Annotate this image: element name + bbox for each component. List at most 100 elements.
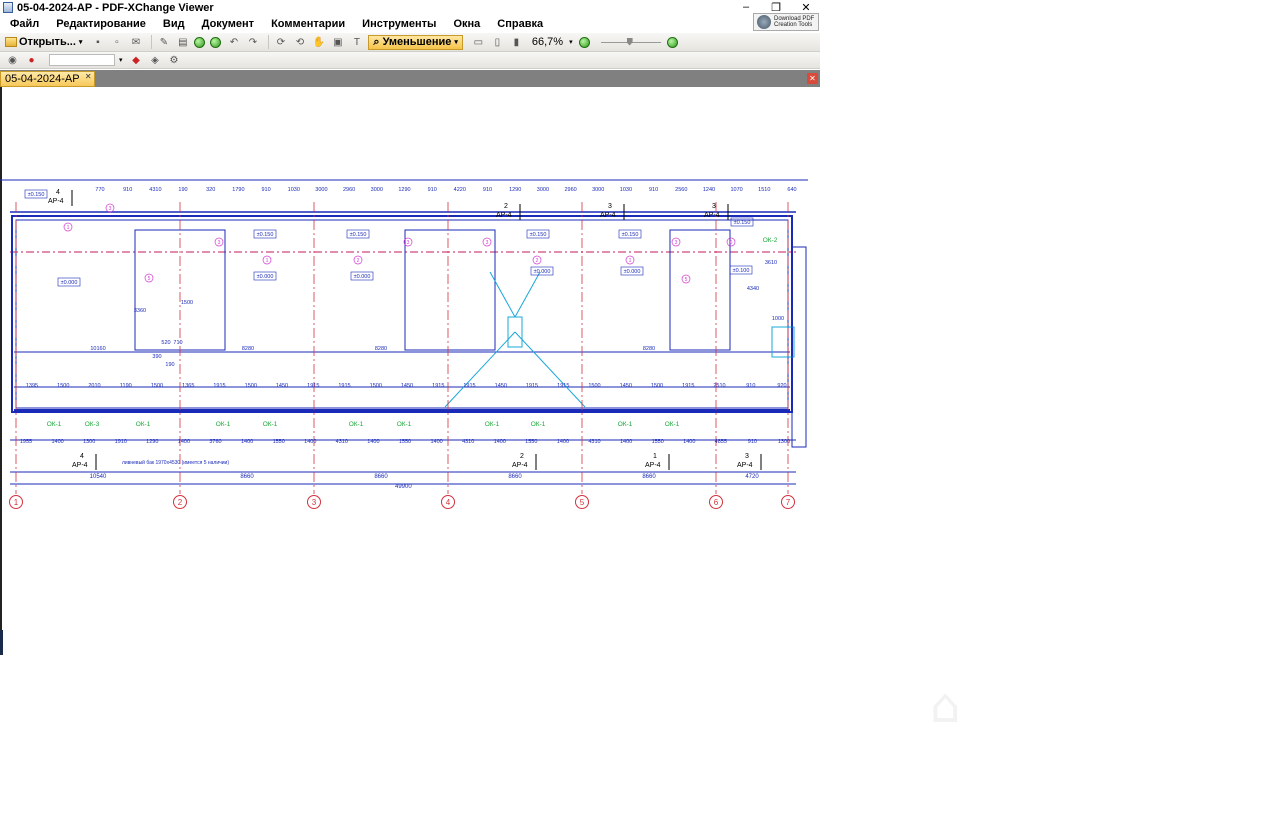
window-dimension: 1400 <box>241 439 253 445</box>
zoom-slider[interactable] <box>600 37 661 47</box>
menu-help[interactable]: Справка <box>495 18 545 30</box>
menu-file[interactable]: Файл <box>8 18 41 30</box>
inner-dimension: 390 <box>152 354 161 360</box>
tab-close-icon[interactable]: ✕ <box>85 70 92 84</box>
chevron-down-icon: ▾ <box>454 39 458 46</box>
app-icon <box>3 2 13 13</box>
zoom-in-icon[interactable] <box>666 36 678 48</box>
window-dimension: 1400 <box>51 439 63 445</box>
minimize-button[interactable]: – <box>740 1 752 14</box>
zoom-slider-thumb[interactable] <box>626 37 633 46</box>
sill-dimension: 1450 <box>401 383 413 389</box>
top-dimension: 2960 <box>564 187 576 193</box>
window-dimension: 4310 <box>462 439 474 445</box>
menu-view[interactable]: Вид <box>161 18 187 30</box>
redo-icon[interactable]: ↷ <box>245 35 260 49</box>
hand-icon[interactable]: ✎ <box>156 35 171 49</box>
zoom-mode-label: Уменьшение <box>382 36 452 48</box>
chevron-down-icon[interactable]: ▾ <box>119 56 123 64</box>
ocr-icon[interactable]: ▤ <box>175 35 190 49</box>
open-label: Открыть... <box>19 36 76 48</box>
fit-page-icon[interactable]: ▯ <box>490 35 505 49</box>
menu-comments[interactable]: Комментарии <box>269 18 347 30</box>
level-tag: ±0.000 <box>534 269 551 275</box>
menu-windows[interactable]: Окна <box>451 18 482 30</box>
window-mark: ОК-1 <box>47 421 62 428</box>
top-dimension: 910 <box>483 187 492 193</box>
close-button[interactable]: ✕ <box>800 1 812 14</box>
window-dimension: 1400 <box>683 439 695 445</box>
sill-dimension: 910 <box>746 383 755 389</box>
section-tag: АР-4 <box>737 462 753 469</box>
room-mark: 3 <box>675 240 678 246</box>
rotate-icon[interactable]: ⟳ <box>273 35 288 49</box>
print-icon[interactable]: ▫ <box>109 35 124 49</box>
top-dimension: 910 <box>428 187 437 193</box>
inner-dimension: 10160 <box>90 346 105 352</box>
email-icon[interactable]: ✉ <box>128 35 143 49</box>
top-dimension: 3000 <box>537 187 549 193</box>
window-mark: ОК-1 <box>665 421 680 428</box>
back-icon[interactable] <box>194 36 206 48</box>
room-mark: 1 <box>266 258 269 264</box>
find-next-icon[interactable]: ◈ <box>148 53 163 67</box>
top-dimension: 3000 <box>371 187 383 193</box>
section-number: 3 <box>745 453 749 460</box>
sill-dimension: 1915 <box>557 383 569 389</box>
eye-icon[interactable]: ◉ <box>5 53 20 67</box>
open-button[interactable]: Открыть... ▾ <box>5 36 82 48</box>
section-number: 3 <box>608 203 612 210</box>
menu-document[interactable]: Документ <box>200 18 256 30</box>
axis-label: 1 <box>14 498 19 507</box>
restore-button[interactable]: ❐ <box>770 1 782 14</box>
snapshot-icon[interactable]: ▣ <box>330 35 345 49</box>
window-dimension: 1550 <box>652 439 664 445</box>
top-dimension: 190 <box>178 187 187 193</box>
tab-document[interactable]: 05-04-2024-АР ✕ <box>0 71 95 87</box>
undo-icon[interactable]: ↶ <box>226 35 241 49</box>
magnifier-icon: ⌕ <box>373 35 380 48</box>
section-tag: АР-4 <box>496 212 512 219</box>
watermark-logo: ⌂ <box>930 678 961 734</box>
menu-edit[interactable]: Редактирование <box>54 18 148 30</box>
highlight-icon[interactable]: ● <box>24 53 39 67</box>
window-dimension: 1400 <box>620 439 632 445</box>
top-dimension: 1290 <box>398 187 410 193</box>
window-dimension: 1300 <box>83 439 95 445</box>
axis-label: 3 <box>312 498 317 507</box>
axis-label: 7 <box>786 498 791 507</box>
room-mark: 3 <box>407 240 410 246</box>
menu-tools[interactable]: Инструменты <box>360 18 438 30</box>
forward-icon[interactable] <box>210 36 222 48</box>
zoom-dropdown-icon[interactable]: ▾ <box>569 38 573 46</box>
select-text-icon[interactable]: T <box>349 35 364 49</box>
pdf-viewer-window: 05-04-2024-АР - PDF-XChange Viewer Файл … <box>0 0 820 835</box>
window-dimension: 1400 <box>367 439 379 445</box>
inner-dimension: 8280 <box>643 346 655 352</box>
rotate-page-icon[interactable]: ⟲ <box>292 35 307 49</box>
settings-icon[interactable]: ⚙ <box>167 53 182 67</box>
search-input[interactable] <box>49 54 115 66</box>
sill-dimension: 1395 <box>26 383 38 389</box>
top-dimension: 4310 <box>149 187 161 193</box>
pan-hand-icon[interactable]: ✋ <box>311 35 326 49</box>
inner-dimension: 520 <box>161 340 170 346</box>
room-mark: 5 <box>685 277 688 283</box>
sill-dimension: 1915 <box>307 383 319 389</box>
find-icon[interactable]: ◆ <box>129 53 144 67</box>
zoom-out-icon[interactable] <box>578 36 590 48</box>
floor-plan-drawing: 1 2 3 4 5 6 7 10540 8660 8660 8660 8660 4720 770 910… <box>0 179 808 509</box>
fit-width-icon[interactable]: ▮ <box>509 35 524 49</box>
download-pdf-tools-button[interactable]: Download PDF Creation Tools <box>753 13 819 31</box>
close-document-icon[interactable]: ✕ <box>807 73 818 84</box>
window-dimension: 4855 <box>715 439 727 445</box>
axis-label: 2 <box>178 498 183 507</box>
zoom-value[interactable]: 66,7% <box>532 36 563 48</box>
inner-dimension: 3360 <box>134 308 146 314</box>
room-mark: 2 <box>357 258 360 264</box>
actual-size-icon[interactable]: ▭ <box>471 35 486 49</box>
span-dimension: 4720 <box>745 474 759 480</box>
zoom-mode-button[interactable]: ⌕ Уменьшение ▾ <box>368 34 463 50</box>
room-mark: 1 <box>67 225 70 231</box>
save-icon[interactable]: ▪ <box>90 35 105 49</box>
